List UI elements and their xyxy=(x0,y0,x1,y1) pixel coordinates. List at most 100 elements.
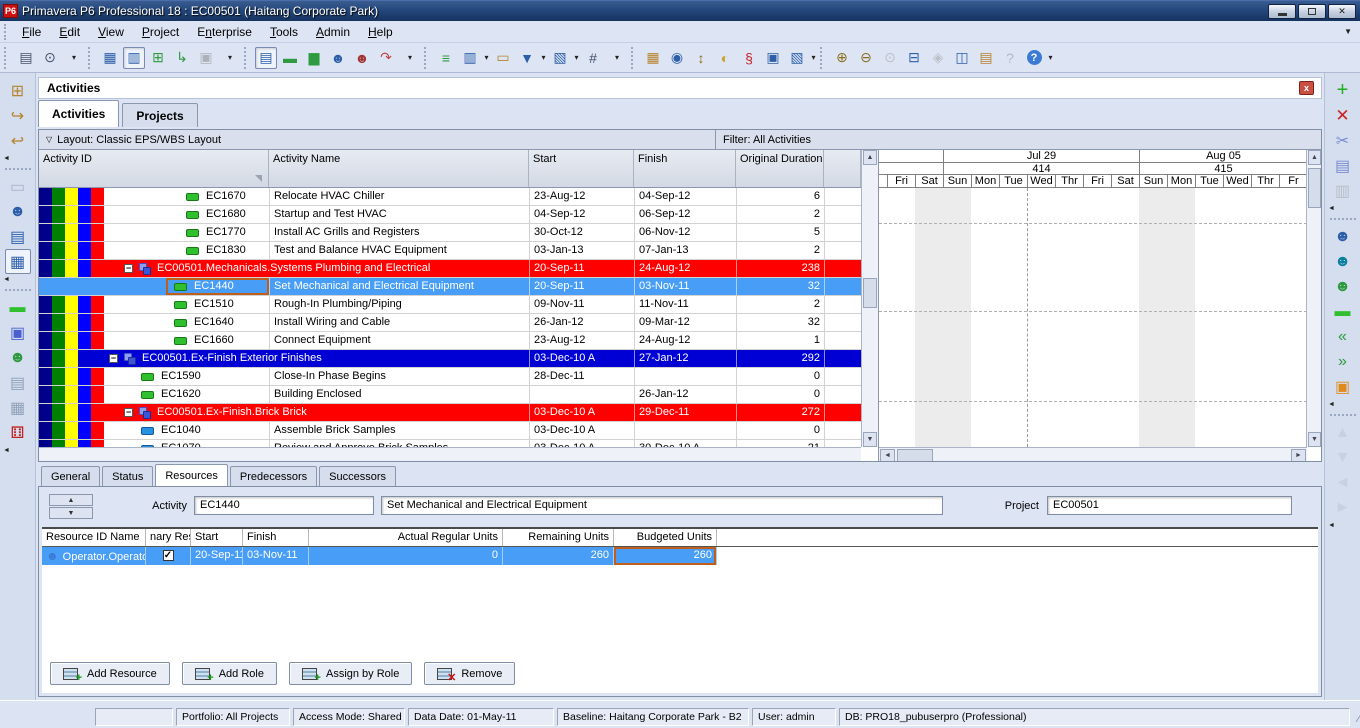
split-horizontal-icon[interactable]: ⊟ xyxy=(903,47,925,69)
resource-usage-profile-icon[interactable]: ☻ xyxy=(351,47,373,69)
timescale-icon[interactable]: ▭ xyxy=(492,47,514,69)
menu-grip[interactable] xyxy=(4,24,9,40)
filter-icon[interactable]: ▼ xyxy=(516,47,538,69)
toolbar-group-grip[interactable] xyxy=(820,47,826,69)
week-label-cell[interactable] xyxy=(879,150,943,163)
line-numbers-icon[interactable]: # xyxy=(582,47,604,69)
update-progress-icon[interactable]: ◉ xyxy=(666,47,688,69)
activity-row[interactable]: EC1590Close-In Phase Begins28-Dec-110 xyxy=(39,368,861,386)
assign-predecessor-icon[interactable]: « xyxy=(1330,324,1356,349)
menu-item-file[interactable]: File xyxy=(13,23,50,41)
gantt-vertical-scrollbar[interactable]: ▲▼ xyxy=(1306,150,1322,447)
week-number-cell[interactable]: 414 xyxy=(943,163,1139,175)
dropdown-arrow-icon[interactable]: ▾ xyxy=(1046,53,1055,62)
collapse-minus-icon[interactable]: − xyxy=(109,354,118,363)
assign-successor-icon[interactable]: » xyxy=(1330,349,1356,374)
tab-activities[interactable]: Activities xyxy=(38,100,119,127)
scroll-thumb[interactable] xyxy=(897,449,933,462)
resource-column-header[interactable]: Budgeted Units xyxy=(614,529,717,546)
resource-cell-resource[interactable]: ☻Operator.Operator xyxy=(42,547,146,565)
zoom-window-icon[interactable]: ⊙ xyxy=(879,47,901,69)
activity-row[interactable]: EC1830Test and Balance HVAC Equipment03-… xyxy=(39,242,861,260)
next-activity-button[interactable]: ▼ xyxy=(49,507,93,519)
scroll-up-button[interactable]: ▲ xyxy=(863,150,877,165)
scroll-left-button[interactable]: ◄ xyxy=(880,449,895,462)
week-number-cell[interactable] xyxy=(879,163,943,175)
column-header-finish[interactable]: Finish xyxy=(634,150,736,187)
expenses-icon[interactable]: ▦ xyxy=(5,395,31,420)
day-cell[interactable]: Mon xyxy=(1167,175,1195,188)
split-vertical-icon[interactable]: ◫ xyxy=(951,47,973,69)
activity-usage-profile-icon[interactable]: ▆ xyxy=(303,47,325,69)
column-header-activity-name[interactable]: Activity Name xyxy=(269,150,529,187)
assign-role-icon[interactable]: ☻ xyxy=(1330,274,1356,299)
resource-cell-budgeted-units[interactable]: 260 xyxy=(614,547,717,565)
schedule-icon[interactable]: ▣ xyxy=(762,47,784,69)
projects-icon[interactable]: ▭ xyxy=(5,174,31,199)
panel-close-button[interactable]: x xyxy=(1299,81,1314,95)
restore-button[interactable] xyxy=(1298,4,1326,19)
paste-icon[interactable]: ▥ xyxy=(1330,178,1356,203)
scroll-thumb[interactable] xyxy=(863,278,877,308)
week-label-cell[interactable]: Aug 05 xyxy=(1139,150,1307,163)
activity-row[interactable]: EC1660Connect Equipment23-Aug-1224-Aug-1… xyxy=(39,332,861,350)
group-sort-icon[interactable]: ▧ xyxy=(549,47,571,69)
primary-resource-checkbox[interactable]: ✓ xyxy=(163,550,174,561)
scroll-right-button[interactable]: ► xyxy=(1291,449,1306,462)
cut-icon[interactable]: ✂ xyxy=(1330,128,1356,153)
add-role-button[interactable]: +Add Role xyxy=(182,662,277,685)
online-help-icon[interactable]: ? xyxy=(1023,47,1045,69)
wbs-icon[interactable]: ▣ xyxy=(5,320,31,345)
bars-icon[interactable]: ≡ xyxy=(435,47,457,69)
collapse-arrow-icon[interactable]: ◄ xyxy=(1328,205,1335,212)
toolbar-overflow-icon[interactable]: ▾ xyxy=(63,47,85,69)
activity-row[interactable]: EC1620Building Enclosed26-Jan-120 xyxy=(39,386,861,404)
day-cell[interactable]: Tue xyxy=(999,175,1027,188)
day-cell[interactable]: Wed xyxy=(1223,175,1251,188)
detail-tab-resources[interactable]: Resources xyxy=(155,464,228,486)
activity-network-icon[interactable]: ⊞ xyxy=(147,47,169,69)
tab-projects[interactable]: Projects xyxy=(122,103,197,127)
toolbar-group-grip[interactable] xyxy=(631,47,637,69)
activity-row[interactable]: EC1770Install AC Grills and Registers30-… xyxy=(39,224,861,242)
assignments-icon[interactable]: ☻ xyxy=(5,345,31,370)
minimize-button[interactable] xyxy=(1268,4,1296,19)
activity-row[interactable]: EC1640Install Wiring and Cable26-Jan-120… xyxy=(39,314,861,332)
previous-activity-button[interactable]: ▲ xyxy=(49,494,93,506)
day-cell[interactable]: Wed xyxy=(1027,175,1055,188)
day-cell[interactable]: Sat xyxy=(1111,175,1139,188)
menu-item-project[interactable]: Project xyxy=(133,23,188,41)
zoom-out-icon[interactable]: ⊖ xyxy=(855,47,877,69)
day-cell[interactable]: Fr xyxy=(1279,175,1307,188)
collapse-arrow-icon[interactable]: ◄ xyxy=(3,447,10,454)
table-view-icon[interactable]: ▦ xyxy=(99,47,121,69)
scroll-thumb[interactable] xyxy=(1308,168,1321,208)
day-cell[interactable]: Thr xyxy=(1251,175,1279,188)
column-header-start[interactable]: Start xyxy=(529,150,634,187)
risks-icon[interactable]: ⚅ xyxy=(5,420,31,445)
resource-column-header[interactable]: Resource ID Name xyxy=(42,529,146,546)
dropdown-arrow-icon[interactable]: ▾ xyxy=(809,53,818,62)
resource-assignments-icon[interactable]: ▦ xyxy=(642,47,664,69)
resource-column-header[interactable]: Finish xyxy=(243,529,309,546)
resource-cell-actual-regular-units[interactable]: 0 xyxy=(309,547,503,565)
table-horizontal-scrollbar[interactable] xyxy=(39,447,861,462)
collapse-minus-icon[interactable]: − xyxy=(124,408,133,417)
dropdown-arrow-icon[interactable]: ▾ xyxy=(572,53,581,62)
activity-id-field[interactable]: EC1440 xyxy=(194,496,374,515)
column-header-activity-id[interactable]: Activity ID xyxy=(39,150,269,187)
copy-icon[interactable]: ▤ xyxy=(1330,153,1356,178)
activities-icon[interactable]: ▬ xyxy=(5,295,31,320)
collapse-arrow-icon[interactable]: ◄ xyxy=(1328,522,1335,529)
resources-icon[interactable]: ☻ xyxy=(5,199,31,224)
day-cell[interactable]: Tue xyxy=(1195,175,1223,188)
activity-row[interactable]: EC1070Review and Approve Brick Samples03… xyxy=(39,440,861,447)
day-cell[interactable]: Sun xyxy=(1139,175,1167,188)
reorganize-icon[interactable]: ↷ xyxy=(375,47,397,69)
shift-right-icon[interactable]: ► xyxy=(1330,495,1356,520)
delete-icon[interactable]: ✕ xyxy=(1330,103,1356,128)
column-header-original-duration[interactable]: Original Duration xyxy=(736,150,824,187)
activity-usage-spreadsheet-icon[interactable]: ▬ xyxy=(279,47,301,69)
collapse-arrow-icon[interactable]: ◄ xyxy=(1328,401,1335,408)
activity-row[interactable]: EC1680Startup and Test HVAC04-Sep-1206-S… xyxy=(39,206,861,224)
